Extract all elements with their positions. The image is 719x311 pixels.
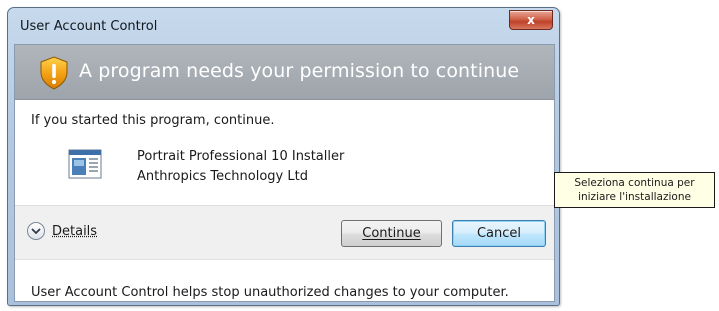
callout-line-2: iniziare l'installazione — [578, 191, 691, 203]
program-name: Portrait Professional 10 Installer — [137, 149, 345, 164]
chevron-down-icon — [27, 222, 45, 240]
dialog-body: A program needs your permission to conti… — [14, 44, 555, 302]
callout-line-1: Seleziona continua per — [574, 177, 695, 189]
title-bar: User Account Control x — [8, 8, 559, 44]
details-toggle[interactable]: Details — [27, 222, 97, 240]
program-publisher: Anthropics Technology Ltd — [137, 169, 308, 184]
close-button[interactable]: x — [509, 10, 553, 30]
shield-warning-icon — [40, 56, 68, 90]
close-icon: x — [527, 13, 535, 27]
action-bar: Details Continue Cancel — [15, 205, 554, 260]
details-label: Details — [52, 223, 98, 239]
uac-dialog: User Account Control x A program needs y… — [7, 7, 560, 306]
installer-program-icon — [68, 149, 102, 179]
window-title: User Account Control — [20, 19, 158, 34]
permission-message: A program needs your permission to conti… — [79, 60, 520, 82]
continue-label: Continue — [362, 226, 421, 241]
cancel-button[interactable]: Cancel — [452, 220, 546, 247]
continue-button[interactable]: Continue — [341, 220, 442, 247]
instruction-callout: Seleziona continua per iniziare l'instal… — [554, 172, 715, 208]
cancel-label: Cancel — [476, 226, 522, 241]
header-band: A program needs your permission to conti… — [15, 45, 554, 100]
footer-text: User Account Control helps stop unauthor… — [31, 285, 509, 300]
intro-text: If you started this program, continue. — [31, 113, 275, 128]
